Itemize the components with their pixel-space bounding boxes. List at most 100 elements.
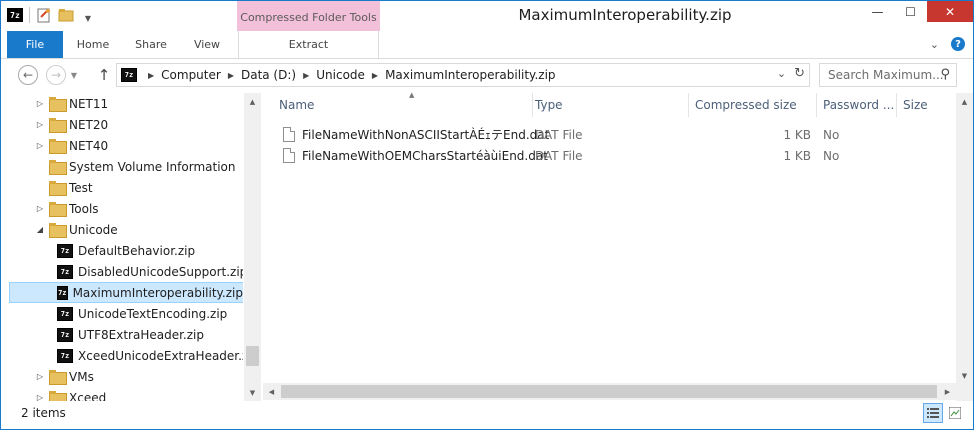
tree-item-utf8extraheader-zip[interactable]: 7z UTF8ExtraHeader.zip (57, 324, 204, 345)
tree-item-vms[interactable]: ▷ VMs (35, 366, 94, 387)
address-bar[interactable]: 7z ▶ Computer ▶ Data (D:) ▶ Unicode ▶ Ma… (116, 63, 810, 87)
ribbon-collapse-icon[interactable]: ⌄ (930, 38, 939, 51)
scroll-right-icon[interactable]: ▶ (939, 383, 956, 400)
tree-item-tools[interactable]: ▷ Tools (35, 198, 99, 219)
expand-icon[interactable]: ▷ (35, 372, 45, 381)
forward-button[interactable]: → (46, 65, 66, 85)
address-tools: ⌄ ↻ (777, 66, 805, 81)
scroll-up-icon[interactable]: ▲ (956, 93, 973, 110)
tree-item-label: XceedUnicodeExtraHeader.zip (78, 348, 243, 363)
breadcrumb-zip[interactable]: MaximumInteroperability.zip (385, 68, 555, 82)
tab-extract[interactable]: Extract (238, 31, 379, 58)
ribbon-tabs: File Home Share View Extract ⌄ ? (1, 31, 973, 59)
file-name-cell: FileNameWithNonASCIIStartÀÉｪテEnd.dat (283, 124, 549, 145)
scrollbar-thumb[interactable] (246, 346, 259, 366)
tree-item-defaultbehavior-zip[interactable]: 7z DefaultBehavior.zip (57, 240, 195, 261)
file-list: ▲ Name Type Compressed size Password ...… (263, 91, 955, 401)
expand-icon[interactable]: ▷ (35, 99, 45, 108)
scroll-down-icon[interactable]: ▼ (956, 367, 973, 384)
expand-icon[interactable]: ▷ (35, 141, 45, 150)
title-bar: 7z ▼ Compressed Folder Tools MaximumInte… (1, 1, 973, 33)
tree-item-net40[interactable]: ▷ NET40 (35, 135, 108, 156)
horizontal-scrollbar-thumb[interactable] (281, 385, 937, 398)
tree-item-label: DisabledUnicodeSupport.zip (78, 264, 243, 279)
tree-item-disabledunicodesupport-zip[interactable]: 7z DisabledUnicodeSupport.zip (57, 261, 243, 282)
address-dropdown-icon[interactable]: ⌄ (777, 67, 786, 80)
breadcrumb-data-drive[interactable]: Data (D:) (241, 68, 296, 82)
window-title: MaximumInteroperability.zip (518, 6, 732, 24)
tree-item-test[interactable]: Test (35, 177, 93, 198)
large-icons-view-icon[interactable] (945, 403, 965, 423)
expand-icon[interactable]: ▷ (35, 393, 45, 401)
column-header-size[interactable]: Size (897, 93, 955, 117)
help-icon[interactable]: ? (951, 37, 965, 51)
search-input[interactable]: Search Maximum... ⚲ (819, 63, 957, 87)
tree-item-xceedunicodeextraheader-zip[interactable]: 7z XceedUnicodeExtraHeader.zip (57, 345, 243, 366)
folder-icon (49, 97, 67, 112)
breadcrumb-separator-icon[interactable]: ▶ (303, 71, 309, 80)
recent-locations-icon[interactable]: ▼ (67, 64, 81, 86)
tab-file[interactable]: File (7, 31, 63, 58)
column-header-label: Size (903, 98, 928, 112)
up-button[interactable]: ↑ (93, 64, 115, 86)
navigation-pane-scrollbar[interactable]: ▲ ▼ (244, 93, 261, 401)
file-icon (283, 148, 295, 163)
maximize-button[interactable]: ☐ (894, 1, 927, 22)
expand-icon[interactable]: ▷ (35, 204, 45, 213)
tab-home[interactable]: Home (65, 31, 121, 58)
tree-item-system-volume-information[interactable]: System Volume Information (35, 156, 235, 177)
breadcrumb-separator-icon[interactable]: ▶ (148, 71, 154, 80)
file-row[interactable]: FileNameWithOEMCharsStartéàùiEnd.dat DAT… (263, 145, 943, 166)
view-switcher (923, 403, 965, 423)
tree-item-unicode[interactable]: ◢ Unicode (35, 219, 118, 240)
zip-archive-icon: 7z (57, 306, 73, 321)
zip-archive-icon: 7z (57, 285, 68, 300)
breadcrumb-computer[interactable]: Computer (161, 68, 221, 82)
tree-item-label: System Volume Information (69, 159, 236, 174)
tree-item-label: Test (69, 180, 93, 195)
column-header-type[interactable]: Type (529, 93, 689, 117)
zip-archive-icon: 7z (57, 243, 73, 258)
details-view-icon[interactable] (923, 403, 943, 423)
folder-icon (49, 118, 67, 133)
breadcrumb-unicode[interactable]: Unicode (316, 68, 365, 82)
window-controls: — ☐ ✕ (861, 1, 973, 22)
tree-item-label: VMs (69, 369, 94, 384)
zip-archive-icon: 7z (57, 327, 73, 342)
tree-item-xceed[interactable]: ▷ Xceed (35, 387, 106, 401)
column-header-password[interactable]: Password ... (817, 93, 897, 117)
breadcrumb-separator-icon[interactable]: ▶ (228, 71, 234, 80)
back-button[interactable]: ← (18, 65, 38, 85)
collapse-icon[interactable]: ◢ (35, 225, 45, 234)
refresh-icon[interactable]: ↻ (794, 66, 805, 81)
minimize-button[interactable]: — (861, 1, 894, 22)
search-icon[interactable]: ⚲ (940, 67, 950, 82)
tree-item-label: NET20 (69, 117, 109, 132)
tree-item-net11[interactable]: ▷ NET11 (35, 93, 108, 114)
tab-share[interactable]: Share (123, 31, 179, 58)
breadcrumb-separator-icon[interactable]: ▶ (372, 71, 378, 80)
column-header-compressed-size[interactable]: Compressed size (689, 93, 817, 117)
file-list-horizontal-scrollbar[interactable]: ◀ ▶ (263, 383, 956, 400)
expand-icon[interactable]: ▷ (35, 120, 45, 129)
tree-item-maximuminteroperability-zip[interactable]: 7z MaximumInteroperability.zip (9, 282, 243, 303)
column-header-label: Name (279, 98, 315, 112)
scroll-down-icon[interactable]: ▼ (244, 384, 261, 401)
file-row[interactable]: FileNameWithNonASCIIStartÀÉｪテEnd.dat DAT… (263, 124, 943, 145)
folder-icon (49, 223, 67, 238)
column-header-label: Compressed size (695, 98, 797, 112)
file-type: DAT File (535, 127, 583, 142)
column-header-name[interactable]: ▲ Name (273, 91, 533, 117)
scroll-up-icon[interactable]: ▲ (244, 93, 261, 110)
tree-item-label: Unicode (69, 222, 118, 237)
file-list-scrollbar[interactable]: ▲ ▼ (956, 93, 973, 401)
address-row: ← → ▼ ↑ 7z ▶ Computer ▶ Data (D:) ▶ Unic… (1, 59, 973, 91)
tree-item-unicodetextencoding-zip[interactable]: 7z UnicodeTextEncoding.zip (57, 303, 227, 324)
scroll-left-icon[interactable]: ◀ (263, 383, 280, 400)
ribbon-right-controls: ⌄ ? (930, 37, 965, 51)
tab-view[interactable]: View (179, 31, 235, 58)
navigation-pane: ▷ NET11 ▷ NET20 ▷ NET40 System Volume In… (1, 93, 243, 401)
folder-icon (49, 391, 67, 401)
close-button[interactable]: ✕ (927, 1, 973, 22)
tree-item-net20[interactable]: ▷ NET20 (35, 114, 108, 135)
